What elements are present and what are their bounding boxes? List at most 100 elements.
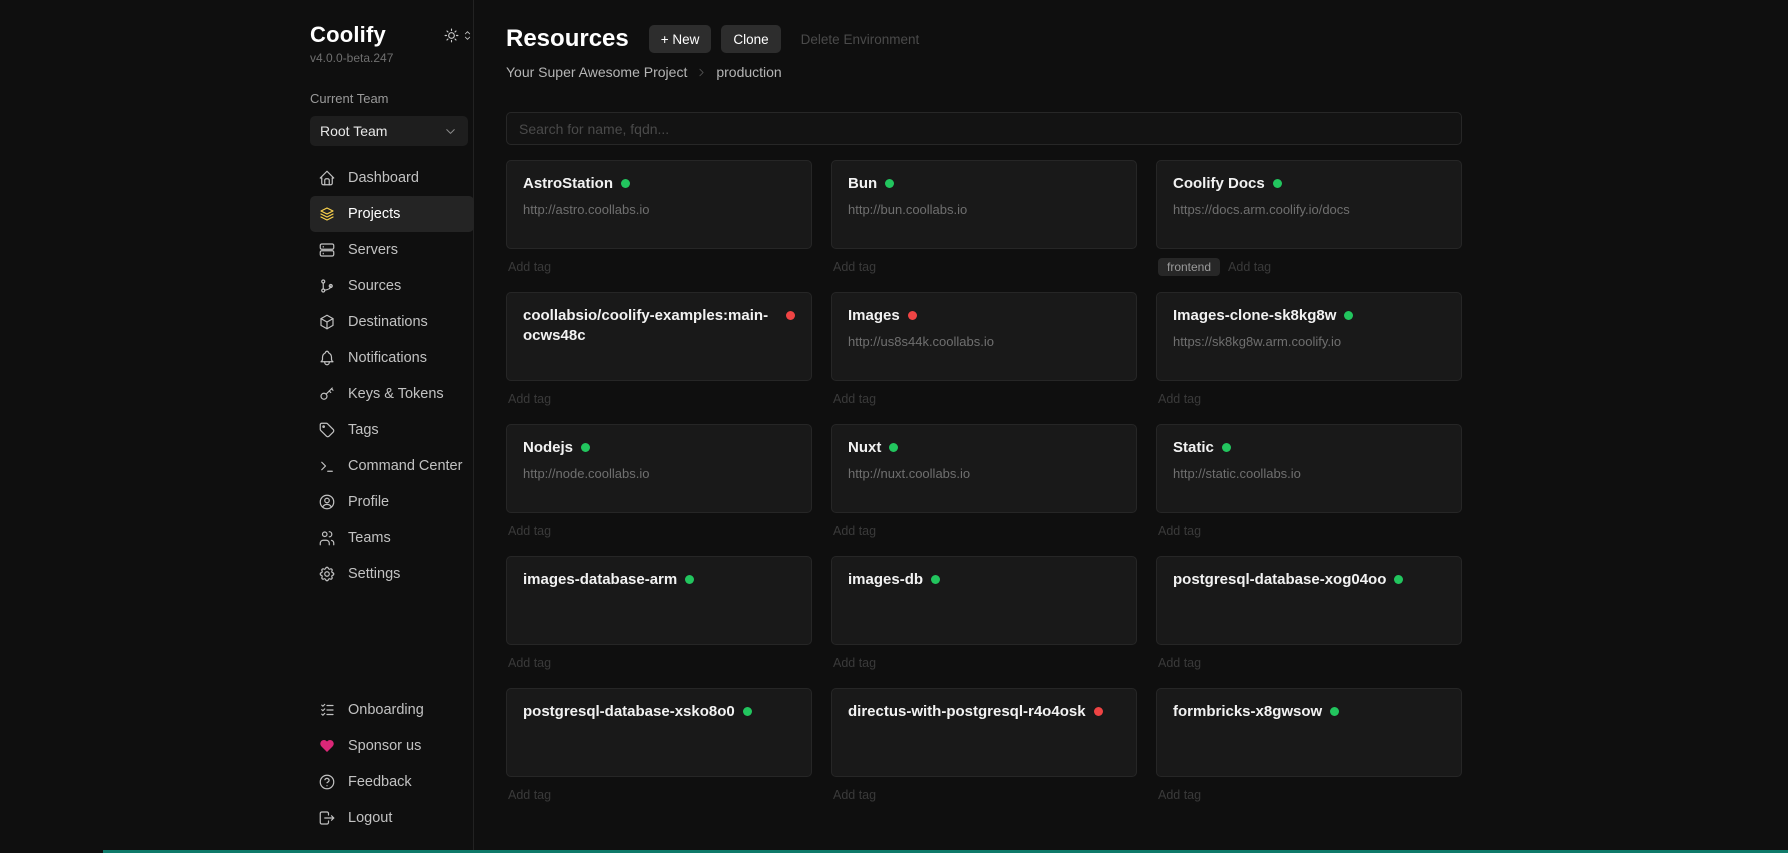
resource-url: http://nuxt.coollabs.io <box>848 466 1120 481</box>
add-tag-button[interactable]: Add tag <box>833 656 876 670</box>
theme-toggle[interactable] <box>443 27 474 44</box>
add-tag-button[interactable]: Add tag <box>508 788 551 802</box>
add-tag-button[interactable]: Add tag <box>833 524 876 538</box>
new-button[interactable]: + New <box>649 25 712 53</box>
resource-card[interactable]: images-database-arm <box>506 556 812 645</box>
resource-cell: postgresql-database-xog04oo Add tag <box>1156 556 1462 672</box>
sidebar-item-label: Projects <box>348 206 400 222</box>
chevron-down-icon <box>443 124 458 139</box>
sidebar-item-sources[interactable]: Sources <box>310 268 474 304</box>
sidebar-item-servers[interactable]: Servers <box>310 232 474 268</box>
tag-row: Add tag <box>506 257 812 276</box>
status-green-dot <box>743 707 752 716</box>
add-tag-button[interactable]: Add tag <box>1228 260 1271 274</box>
resource-card[interactable]: postgresql-database-xsko8o0 <box>506 688 812 777</box>
sidebar-item-dashboard[interactable]: Dashboard <box>310 160 474 196</box>
add-tag-button[interactable]: Add tag <box>833 788 876 802</box>
resource-cell: Coolify Docshttps://docs.arm.coolify.io/… <box>1156 160 1462 276</box>
resource-card-header: Nodejs <box>523 438 795 458</box>
add-tag-button[interactable]: Add tag <box>508 656 551 670</box>
clone-button[interactable]: Clone <box>721 25 780 53</box>
resource-card[interactable]: Images-clone-sk8kg8w https://sk8kg8w.arm.… <box>1156 292 1462 381</box>
status-green-dot <box>1330 707 1339 716</box>
resource-card-header: postgresql-database-xsko8o0 <box>523 702 795 722</box>
delete-environment-button[interactable]: Delete Environment <box>801 32 920 47</box>
terminal-icon <box>318 457 336 475</box>
resource-card[interactable]: Static http://static.coollabs.io <box>1156 424 1462 513</box>
resource-card-header: Images-clone-sk8kg8w <box>1173 306 1445 326</box>
resource-card[interactable]: images-db <box>831 556 1137 645</box>
server-icon <box>318 241 336 259</box>
add-tag-button[interactable]: Add tag <box>1158 656 1201 670</box>
resource-card-header: Images <box>848 306 1120 326</box>
resource-card[interactable]: postgresql-database-xog04oo <box>1156 556 1462 645</box>
sidebar-item-projects[interactable]: Projects <box>310 196 474 232</box>
tag-row: Add tag <box>1156 389 1462 408</box>
resource-name: Nuxt <box>848 438 881 458</box>
sidebar-item-command-center[interactable]: Command Center <box>310 448 474 484</box>
sidebar-item-settings[interactable]: Settings <box>310 556 474 592</box>
resource-card[interactable]: AstroStationhttp://astro.coollabs.io <box>506 160 812 249</box>
tag-row: Add tag <box>506 785 812 804</box>
resource-cell: coollabsio/coolify-examples:main-ocws48c… <box>506 292 812 408</box>
add-tag-button[interactable]: Add tag <box>833 392 876 406</box>
resource-card[interactable]: Nodejshttp://node.coollabs.io <box>506 424 812 513</box>
resource-cell: formbricks-x8gwsow Add tag <box>1156 688 1462 804</box>
breadcrumb-environment[interactable]: production <box>716 64 781 80</box>
sidebar-item-onboarding[interactable]: Onboarding <box>310 692 474 728</box>
sidebar-item-label: Destinations <box>348 314 428 330</box>
resource-card-header: Nuxt <box>848 438 1120 458</box>
resource-card[interactable]: formbricks-x8gwsow <box>1156 688 1462 777</box>
resource-card[interactable]: Imageshttp://us8s44k.coollabs.io <box>831 292 1137 381</box>
resource-card[interactable]: directus-with-postgresql-r4o4osk <box>831 688 1137 777</box>
add-tag-button[interactable]: Add tag <box>508 392 551 406</box>
sidebar-item-label: Settings <box>348 566 400 582</box>
add-tag-button[interactable]: Add tag <box>833 260 876 274</box>
resource-name: coollabsio/coolify-examples:main-ocws48c <box>523 306 778 345</box>
resource-name: Images <box>848 306 900 326</box>
sidebar-item-notifications[interactable]: Notifications <box>310 340 474 376</box>
add-tag-button[interactable]: Add tag <box>1158 392 1201 406</box>
resource-url: http://bun.coollabs.io <box>848 202 1120 217</box>
checklist-icon <box>318 701 336 719</box>
resource-card[interactable]: coollabsio/coolify-examples:main-ocws48c <box>506 292 812 381</box>
breadcrumb-project[interactable]: Your Super Awesome Project <box>506 64 687 80</box>
sidebar-item-teams[interactable]: Teams <box>310 520 474 556</box>
sidebar-item-tags[interactable]: Tags <box>310 412 474 448</box>
add-tag-button[interactable]: Add tag <box>508 260 551 274</box>
resource-card[interactable]: Coolify Docshttps://docs.arm.coolify.io/… <box>1156 160 1462 249</box>
search-input[interactable] <box>506 112 1462 145</box>
sidebar-item-label: Teams <box>348 530 391 546</box>
resource-cell: directus-with-postgresql-r4o4osk Add tag <box>831 688 1137 804</box>
home-icon <box>318 169 336 187</box>
sidebar-item-sponsor-us[interactable]: Sponsor us <box>310 728 474 764</box>
current-team-label: Current Team <box>310 91 474 106</box>
resource-url: http://static.coollabs.io <box>1173 466 1445 481</box>
sidebar-item-profile[interactable]: Profile <box>310 484 474 520</box>
resource-url: https://sk8kg8w.arm.coolify.io <box>1173 334 1445 349</box>
selector-icon <box>461 29 474 42</box>
sidebar-item-feedback[interactable]: Feedback <box>310 764 474 800</box>
sidebar-item-destinations[interactable]: Destinations <box>310 304 474 340</box>
tag-row: Add tag <box>1156 653 1462 672</box>
tag-pill[interactable]: frontend <box>1158 258 1220 276</box>
git-icon <box>318 277 336 295</box>
tag-row: Add tag <box>831 257 1137 276</box>
status-red-dot <box>908 311 917 320</box>
tag-row: Add tag <box>506 389 812 408</box>
add-tag-button[interactable]: Add tag <box>508 524 551 538</box>
status-green-dot <box>1273 179 1282 188</box>
resource-card-header: Bun <box>848 174 1120 194</box>
sidebar-item-keys-tokens[interactable]: Keys & Tokens <box>310 376 474 412</box>
team-select[interactable]: Root Team <box>310 116 468 146</box>
status-red-dot <box>1094 707 1103 716</box>
chevron-right-icon <box>695 66 708 79</box>
sidebar-item-logout[interactable]: Logout <box>310 800 474 836</box>
add-tag-button[interactable]: Add tag <box>1158 524 1201 538</box>
resource-card[interactable]: Bun http://bun.coollabs.io <box>831 160 1137 249</box>
box-icon <box>318 313 336 331</box>
add-tag-button[interactable]: Add tag <box>1158 788 1201 802</box>
resource-name: Nodejs <box>523 438 573 458</box>
resource-name: Static <box>1173 438 1214 458</box>
resource-card[interactable]: Nuxt http://nuxt.coollabs.io <box>831 424 1137 513</box>
